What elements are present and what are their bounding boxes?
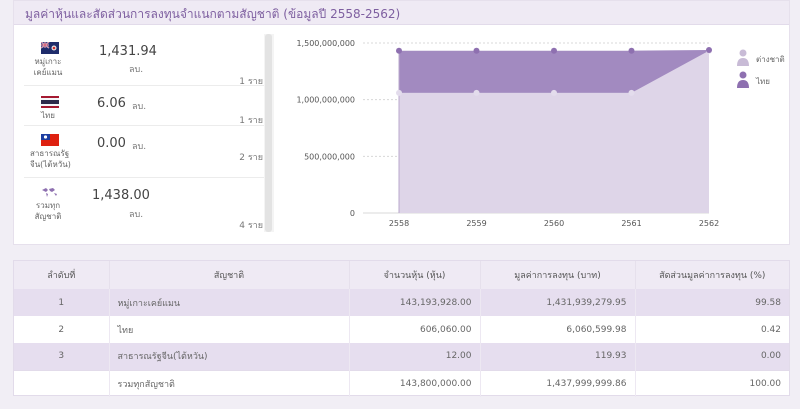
header-ratio: สัดส่วนมูลค่าการลงทุน (%) xyxy=(635,261,789,289)
x-tick-label: 2562 xyxy=(699,219,719,228)
y-tick-label: 500,000,000 xyxy=(304,152,355,161)
card-unit: ลบ. xyxy=(129,65,144,75)
card-count: 4 ราย xyxy=(239,221,263,231)
data-point-foreign[interactable] xyxy=(551,89,557,96)
cell-nationality: หมู่เกาะเคย์แมน xyxy=(109,289,350,316)
cell-rank xyxy=(14,369,110,397)
cell-shares: 143,193,928.00 xyxy=(349,289,481,316)
summary-panel: มูลค่าหุ้นและสัดส่วนการลงทุนจำแนกตามสัญช… xyxy=(13,0,790,245)
data-point-thai[interactable] xyxy=(706,47,712,54)
cell-investment-value: 119.93 xyxy=(480,343,636,370)
card-unit: ลบ. xyxy=(129,210,144,220)
cell-shares: 12.00 xyxy=(349,343,481,370)
legend-label: ต่างชาติ xyxy=(756,55,785,64)
card-unit: ลบ. xyxy=(132,142,147,152)
cell-rank: 2 xyxy=(14,316,110,343)
card-value: 6.06 xyxy=(97,96,126,111)
card-name: หมู่เกาะเคย์แมน xyxy=(33,57,63,77)
card-value: 1,431.94 xyxy=(99,44,157,59)
table-row: 3 สาธารณรัฐจีน(ไต้หวัน) 12.00 119.93 0.0… xyxy=(14,343,789,370)
table-row: 2 ไทย 606,060.00 6,060,599.98 0.42 xyxy=(14,316,789,343)
cell-investment-value: 1,431,939,279.95 xyxy=(480,289,636,316)
cell-shares: 143,800,000.00 xyxy=(349,369,481,397)
data-point-foreign[interactable] xyxy=(473,89,480,96)
cell-nationality: สาธารณรัฐจีน(ไต้หวัน) xyxy=(109,343,350,370)
header-nationality: สัญชาติ xyxy=(109,261,350,289)
cell-investment-value: 6,060,599.98 xyxy=(480,316,636,343)
data-point-foreign[interactable] xyxy=(628,89,635,96)
x-tick-label: 2558 xyxy=(389,219,409,228)
card-name: สาธารณรัฐจีน(ไต้หวัน) xyxy=(30,149,71,169)
nationality-card[interactable]: สาธารณรัฐจีน(ไต้หวัน) 0.00 ลบ. 2 ราย xyxy=(24,128,272,178)
cell-nationality: รวมทุกสัญชาติ xyxy=(109,369,350,397)
header-rank: ลำดับที่ xyxy=(14,261,110,289)
cell-shares: 606,060.00 xyxy=(349,316,481,343)
cayman-flag-icon xyxy=(41,42,59,54)
data-point-thai[interactable] xyxy=(551,47,557,54)
data-point-thai[interactable] xyxy=(396,47,402,54)
y-tick-label: 0 xyxy=(350,209,355,218)
x-tick-label: 2559 xyxy=(466,219,486,228)
chart-legend: ต่างชาติ ไทย xyxy=(736,49,800,93)
table-header-row: ลำดับที่ สัญชาติ จำนวนหุ้น (หุ้น) มูลค่า… xyxy=(14,261,789,289)
nationality-card[interactable]: ไทย 6.06 ลบ. 1 ราย xyxy=(24,88,272,126)
card-name: รวมทุกสัญชาติ xyxy=(34,201,62,221)
cell-investment-value: 1,437,999,999.86 xyxy=(480,369,636,397)
legend-label: ไทย xyxy=(756,77,770,86)
data-point-thai[interactable] xyxy=(473,47,480,54)
cell-ratio: 99.58 xyxy=(635,289,789,316)
cell-nationality: ไทย xyxy=(109,316,350,343)
card-unit: ลบ. xyxy=(132,102,147,112)
card-name: ไทย xyxy=(41,111,55,120)
panel-header: มูลค่าหุ้นและสัดส่วนการลงทุนจำแนกตามสัญช… xyxy=(14,1,789,25)
y-tick-label: 1,500,000,000 xyxy=(296,39,355,48)
investment-table-panel: ลำดับที่ สัญชาติ จำนวนหุ้น (หุ้น) มูลค่า… xyxy=(13,260,790,397)
scrollbar-thumb[interactable] xyxy=(265,34,272,232)
table-row: 1 หมู่เกาะเคย์แมน 143,193,928.00 1,431,9… xyxy=(14,289,789,316)
panel-title: มูลค่าหุ้นและสัดส่วนการลงทุนจำแนกตามสัญช… xyxy=(25,7,401,21)
data-point-foreign[interactable] xyxy=(396,89,402,96)
investment-table: ลำดับที่ สัญชาติ จำนวนหุ้น (หุ้น) มูลค่า… xyxy=(14,261,789,397)
cell-rank: 1 xyxy=(14,289,110,316)
y-tick-label: 1,000,000,000 xyxy=(296,96,355,105)
cell-rank: 3 xyxy=(14,343,110,370)
person-icon xyxy=(737,71,749,88)
data-point-thai[interactable] xyxy=(628,47,635,54)
table-total-row: รวมทุกสัญชาติ 143,800,000.00 1,437,999,9… xyxy=(14,369,789,397)
x-tick-label: 2560 xyxy=(544,219,564,228)
cell-ratio: 0.42 xyxy=(760,324,781,335)
taiwan-flag-icon xyxy=(41,134,59,146)
nationality-card[interactable]: รวมทุกสัญชาติ 1,438.00 ลบ. 4 ราย xyxy=(24,180,272,232)
thailand-flag-icon xyxy=(41,96,59,108)
legend-item[interactable]: ไทย xyxy=(736,71,800,93)
nationality-card[interactable]: หมู่เกาะเคย์แมน 1,431.94 ลบ. 1 ราย xyxy=(24,34,272,87)
x-tick-label: 2561 xyxy=(621,219,641,228)
card-count: 2 ราย xyxy=(239,153,263,163)
card-value: 1,438.00 xyxy=(92,188,150,203)
cell-ratio: 0.00 xyxy=(635,343,789,370)
header-investment-value: มูลค่าการลงทุน (บาท) xyxy=(480,261,636,289)
world-map-icon xyxy=(42,188,57,197)
card-count: 1 ราย xyxy=(239,77,263,87)
card-count: 1 ราย xyxy=(239,116,263,126)
legend-item[interactable]: ต่างชาติ xyxy=(736,49,800,71)
cell-ratio: 100.00 xyxy=(635,369,789,397)
nationality-list: หมู่เกาะเคย์แมน 1,431.94 ลบ. 1 ราย ไทย 6… xyxy=(24,34,274,232)
header-shares: จำนวนหุ้น (หุ้น) xyxy=(349,261,481,289)
card-value: 0.00 xyxy=(97,136,126,151)
area-chart: 0 500,000,000 1,000,000,000 1,500,000,000 2… xyxy=(296,39,719,228)
person-icon xyxy=(737,49,749,66)
